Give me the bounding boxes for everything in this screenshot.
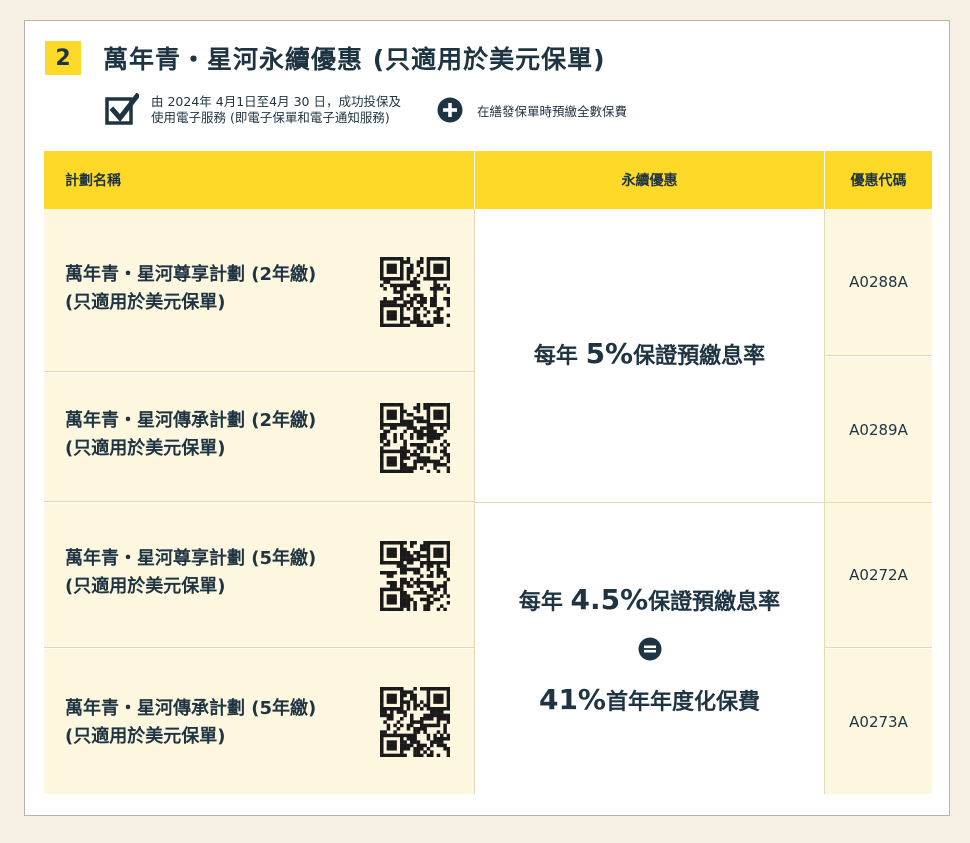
- prepay-condition-text: 在繕發保單時預繳全數保費: [476, 103, 627, 119]
- offer-suffix-2: 首年年度化保費: [606, 690, 761, 715]
- plan-name-line-1: 萬年青・星河尊享計劃 (5年繳): [65, 548, 317, 569]
- plan-name-line-1: 萬年青・星河傳承計劃 (2年繳): [65, 410, 317, 431]
- offer-text-2yr: 每年 5%保證預繳息率: [475, 337, 824, 370]
- plan-row: 萬年青・星河尊享計劃 (2年繳) (只適用於美元保單): [44, 209, 474, 372]
- offer-text-premium: 41%首年年度化保費: [475, 683, 824, 716]
- offer-suffix: 保證預繳息率: [648, 590, 781, 615]
- plan-name-line-2: (只適用於美元保單): [65, 726, 226, 747]
- offer-text-5yr: 每年 4.5%保證預繳息率: [475, 583, 824, 616]
- plan-name-line-1: 萬年青・星河尊享計劃 (2年繳): [65, 264, 317, 285]
- offer-rate: 5%: [585, 337, 634, 370]
- promo-code: A0272A: [825, 503, 932, 648]
- checkbox-icon: [105, 93, 139, 125]
- qr-code-icon[interactable]: [380, 403, 450, 473]
- offer-suffix: 保證預繳息率: [633, 344, 766, 369]
- header-offer: 永續優惠: [475, 151, 824, 209]
- conditions-line-2: 使用電子服務 (即電子保單和電子通知服務): [151, 110, 390, 125]
- plan-name-line-2: (只適用於美元保單): [65, 576, 226, 597]
- qr-code-icon[interactable]: [380, 541, 450, 611]
- plus-circle-icon: [437, 97, 463, 123]
- qr-code-icon[interactable]: [380, 687, 450, 757]
- promo-code: A0288A: [825, 209, 932, 356]
- offer-rate: 4.5%: [570, 583, 649, 616]
- offer-cell-2yr: 每年 5%保證預繳息率: [474, 209, 825, 503]
- plan-row: 萬年青・星河傳承計劃 (5年繳) (只適用於美元保單): [44, 649, 474, 794]
- header-code: 優惠代碼: [825, 151, 932, 209]
- header-plan-name: 計劃名稱: [44, 151, 474, 209]
- plan-name: 萬年青・星河傳承計劃 (5年繳) (只適用於美元保單): [65, 695, 365, 751]
- plan-name-line-2: (只適用於美元保單): [65, 438, 226, 459]
- section-title: 萬年青・星河永續優惠 (只適用於美元保單): [103, 45, 606, 74]
- promo-code: A0273A: [825, 649, 932, 794]
- offer-rate-2: 41%: [538, 683, 606, 716]
- promo-code: A0289A: [825, 357, 932, 503]
- plan-row: 萬年青・星河尊享計劃 (5年繳) (只適用於美元保單): [44, 503, 474, 648]
- plan-name-line-2: (只適用於美元保單): [65, 292, 226, 313]
- conditions-row: 由 2024年 4月1日至4月 30 日，成功投保及 使用電子服務 (即電子保單…: [105, 93, 627, 127]
- section-number-badge: 2: [45, 41, 81, 75]
- conditions-text: 由 2024年 4月1日至4月 30 日，成功投保及 使用電子服務 (即電子保單…: [151, 94, 401, 126]
- plan-name: 萬年青・星河傳承計劃 (2年繳) (只適用於美元保單): [65, 407, 365, 463]
- offer-table: 計劃名稱 永續優惠 優惠代碼 萬年青・星河尊享計劃 (2年繳) (只適用於美元保…: [44, 151, 932, 794]
- offer-card: 2 萬年青・星河永續優惠 (只適用於美元保單) 由 2024年 4月1日至4月 …: [24, 20, 950, 816]
- offer-prefix: 每年: [533, 344, 578, 369]
- qr-code-icon[interactable]: [380, 257, 450, 327]
- section-header: 2 萬年青・星河永續優惠 (只適用於美元保單): [45, 41, 606, 75]
- offer-cell-5yr: 每年 4.5%保證預繳息率 41%首年年度化保費: [474, 503, 825, 794]
- plan-row: 萬年青・星河傳承計劃 (2年繳) (只適用於美元保單): [44, 373, 474, 502]
- offer-prefix: 每年: [518, 590, 563, 615]
- equals-circle-icon: [638, 637, 662, 661]
- plan-name: 萬年青・星河尊享計劃 (2年繳) (只適用於美元保單): [65, 261, 365, 317]
- plan-name: 萬年青・星河尊享計劃 (5年繳) (只適用於美元保單): [65, 545, 365, 601]
- conditions-line-1: 由 2024年 4月1日至4月 30 日，成功投保及: [151, 94, 401, 109]
- plan-name-line-1: 萬年青・星河傳承計劃 (5年繳): [65, 698, 317, 719]
